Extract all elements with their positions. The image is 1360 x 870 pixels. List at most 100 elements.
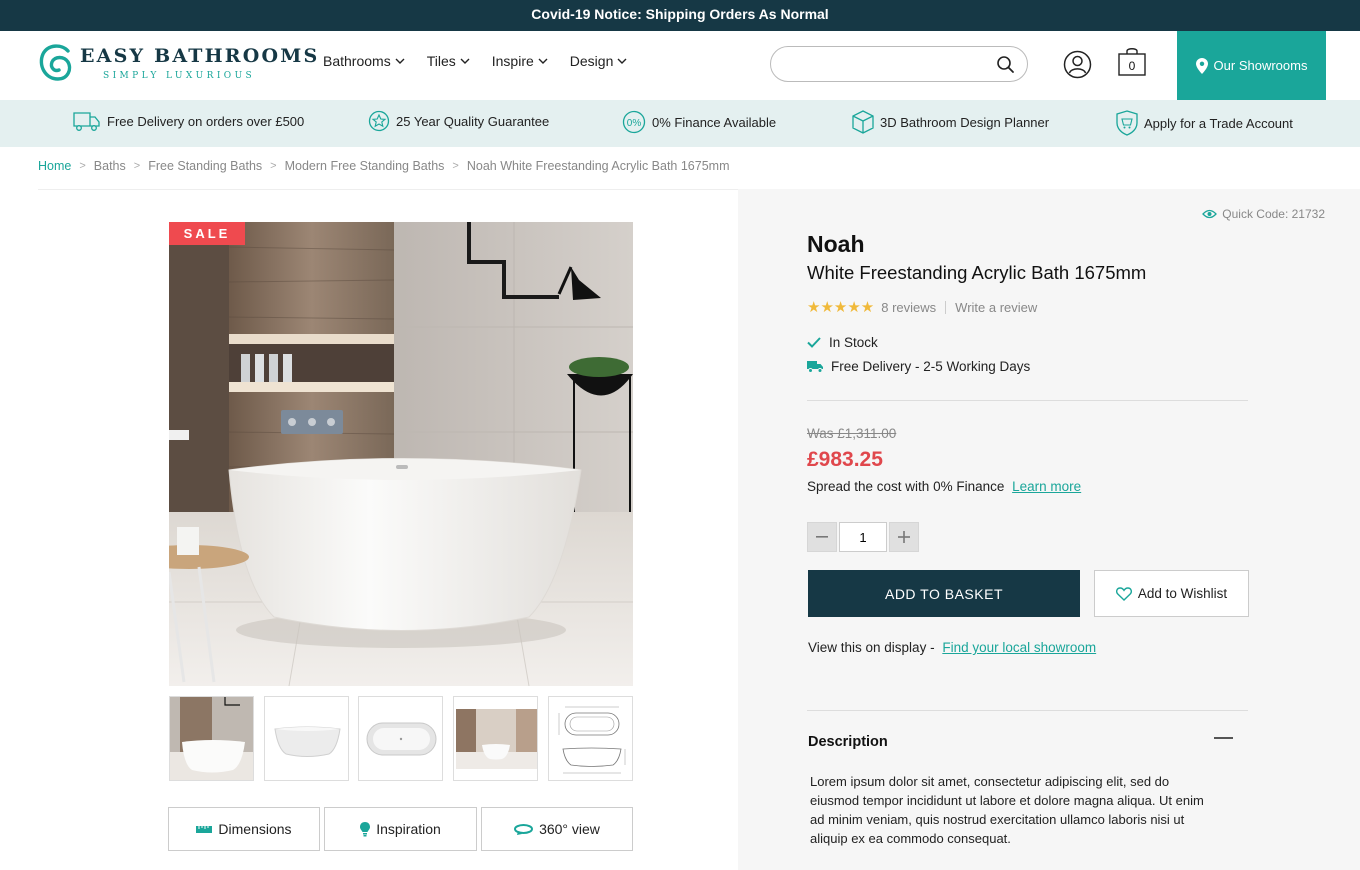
brand-logo[interactable]: EASY BATHROOMS SIMPLY LUXURIOUS [38,41,317,89]
swirl-logo-icon [39,44,72,81]
breadcrumb-separator: > [133,160,141,172]
star-rating-icon: ★★★★★ [807,299,875,316]
thumbnail-image [265,697,348,780]
breadcrumb-home[interactable]: Home [38,159,71,173]
finance-info: Spread the cost with 0% Finance Learn mo… [807,479,1081,494]
inspiration-button[interactable]: Inspiration [324,807,477,851]
nav-label: Bathrooms [323,53,391,69]
usp-quality-guarantee[interactable]: 25 Year Quality Guarantee [368,110,549,132]
finance-text: Spread the cost with 0% Finance [807,479,1005,494]
delivery-text: Free Delivery - 2-5 Working Days [831,359,1031,374]
divider [807,710,1248,711]
breadcrumb-current: Noah White Freestanding Acrylic Bath 167… [466,159,730,173]
quick-code: Quick Code: 21732 [1202,207,1325,221]
media-button-label: 360° view [539,821,600,837]
thumbnail-2[interactable] [264,696,349,781]
product-rating: ★★★★★ 8 reviews Write a review [807,298,1037,316]
basket-button[interactable]: 0 [1118,46,1146,76]
usp-label: Apply for a Trade Account [1144,115,1293,131]
quantity-input[interactable] [839,522,887,552]
usp-design-planner[interactable]: 3D Bathroom Design Planner [852,110,1049,134]
usp-finance[interactable]: 0% 0% Finance Available [622,110,776,134]
thumbnail-4[interactable] [453,696,538,781]
chevron-down-icon [538,58,548,64]
divider [945,300,947,314]
plus-icon [898,531,910,543]
description-heading[interactable]: Description [808,734,888,750]
media-button-label: Dimensions [218,821,292,837]
truck-icon [807,361,823,373]
cube-icon [852,110,874,134]
360-view-button[interactable]: 360° view [481,807,633,851]
breadcrumb-free-standing-baths[interactable]: Free Standing Baths [148,159,262,173]
collapse-toggle-icon[interactable] [1214,737,1233,739]
map-pin-icon [1195,57,1208,74]
usp-label: 25 Year Quality Guarantee [396,113,550,129]
nav-label: Inspire [491,53,534,69]
description-text: Lorem ipsum dolor sit amet, consectetur … [810,774,1204,846]
percent-icon: 0% [622,110,646,134]
breadcrumb-baths[interactable]: Baths [94,159,126,173]
learn-more-link[interactable]: Learn more [1012,479,1081,494]
breadcrumb-modern-free-standing-baths[interactable]: Modern Free Standing Baths [285,159,445,173]
minus-icon [816,536,828,538]
nav-design[interactable]: Design [570,53,628,69]
breadcrumb-separator: > [79,160,86,172]
account-icon[interactable] [1063,50,1092,79]
basket-count: 0 [1128,59,1136,73]
chevron-down-icon [460,58,470,64]
bathroom-scene-image [169,222,633,686]
lightbulb-icon [360,821,371,836]
add-to-basket-button[interactable]: ADD TO BASKET [808,570,1080,617]
product-info-panel: Quick Code: 21732 Noah White Freestandin… [738,189,1360,870]
add-to-wishlist-button[interactable]: Add to Wishlist [1094,570,1249,617]
usp-free-delivery[interactable]: Free Delivery on orders over £500 [73,110,304,132]
svg-text:0%: 0% [627,118,642,129]
thumbnail-image [170,697,253,780]
search-box [770,46,1028,82]
usp-label: 0% Finance Available [652,114,777,130]
nav-inspire[interactable]: Inspire [492,53,548,69]
ruler-icon [196,826,213,833]
divider [807,400,1248,401]
nav-tiles[interactable]: Tiles [427,53,470,69]
quantity-decrease-button[interactable] [807,522,837,552]
star-badge-icon [368,110,390,132]
shield-basket-icon [1116,110,1138,136]
wishlist-label: Add to Wishlist [1137,586,1228,601]
brand-name: EASY BATHROOMS [80,45,320,67]
thumbnail-5[interactable] [548,696,633,781]
covid-notice-bar: Covid-19 Notice: Shipping Orders As Norm… [0,0,1360,31]
our-showrooms-button[interactable]: Our Showrooms [1177,31,1326,100]
delivery-info: Free Delivery - 2-5 Working Days [807,359,1030,374]
nav-bathrooms[interactable]: Bathrooms [323,53,405,69]
truck-icon [73,112,100,131]
eye-icon [1202,209,1218,219]
nav-label: Design [569,53,614,69]
stock-text: In Stock [829,335,878,350]
divider [38,189,738,190]
main-product-image[interactable] [169,222,633,686]
breadcrumb-separator: > [452,160,459,172]
showroom-display-info: View this on display - Find your local s… [808,640,1096,655]
nav-label: Tiles [426,53,456,69]
rotate-360-icon [514,824,534,835]
write-review-link[interactable]: Write a review [955,300,1037,315]
thumbnail-1[interactable] [169,696,254,781]
search-input[interactable] [785,55,985,75]
product-subtitle: White Freestanding Acrylic Bath 1675mm [807,262,1147,283]
chevron-down-icon [617,58,627,64]
stock-status: In Stock [807,335,878,350]
sale-badge: SALE [169,222,245,245]
dimensions-button[interactable]: Dimensions [168,807,320,851]
thumbnail-3[interactable] [358,696,443,781]
heart-icon [1115,586,1132,601]
reviews-link[interactable]: 8 reviews [881,300,936,315]
find-showroom-link[interactable]: Find your local showroom [942,640,1096,655]
quantity-increase-button[interactable] [889,522,919,552]
thumbnail-image [454,697,537,780]
was-price: Was £1,311.00 [807,426,897,441]
search-icon[interactable] [996,55,1015,74]
brand-tagline: SIMPLY LUXURIOUS [103,71,256,81]
usp-trade-account[interactable]: Apply for a Trade Account [1116,110,1293,136]
